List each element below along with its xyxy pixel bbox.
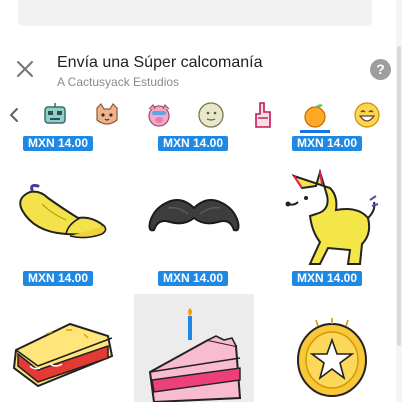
yellow-dog-sticker[interactable] bbox=[280, 166, 380, 266]
dialog-title: Envía una Súper calcomanía bbox=[57, 54, 263, 71]
tab-foam-finger[interactable] bbox=[248, 100, 278, 130]
chevron-left-icon bbox=[10, 108, 18, 122]
price-badge[interactable]: MXN 14.00 bbox=[158, 271, 229, 286]
foam-finger-sticker-icon bbox=[255, 102, 271, 128]
mustache-icon bbox=[148, 199, 240, 232]
tab-orange[interactable] bbox=[300, 100, 330, 133]
moon-face-sticker-icon bbox=[198, 102, 224, 128]
scrollbar-track[interactable] bbox=[396, 0, 402, 402]
price-badge[interactable]: MXN 14.00 bbox=[23, 271, 94, 286]
price-badge[interactable]: MXN 14.00 bbox=[158, 136, 229, 151]
mustache-sticker[interactable] bbox=[142, 192, 246, 242]
gold-star-coin-sticker[interactable] bbox=[286, 312, 376, 402]
tab-robot[interactable] bbox=[40, 100, 70, 130]
dialog-subtitle: A Cactusyack Estudios bbox=[57, 75, 180, 89]
close-icon bbox=[17, 61, 33, 77]
tab-moon-face[interactable] bbox=[196, 100, 226, 130]
banana-peel-sticker[interactable] bbox=[8, 178, 118, 246]
dialog-header: Envía una Súper calcomanía A Cactusyack … bbox=[0, 48, 396, 94]
sticker-grid: MXN 14.00 MXN 14.00 MXN 14.00 MXN 14.00 … bbox=[0, 136, 396, 402]
cherry-pie-icon bbox=[12, 322, 114, 388]
previous-content-area bbox=[18, 0, 372, 26]
yellow-dog-icon bbox=[285, 168, 379, 265]
tab-cat[interactable] bbox=[92, 100, 122, 130]
tab-pig[interactable] bbox=[144, 100, 174, 130]
cat-sticker-icon bbox=[96, 103, 118, 125]
birthday-cake-icon bbox=[148, 308, 242, 402]
help-button[interactable]: ? bbox=[370, 59, 391, 80]
orange-sticker-icon bbox=[304, 104, 326, 128]
price-badge[interactable]: MXN 14.00 bbox=[292, 136, 363, 151]
close-button[interactable] bbox=[14, 58, 36, 80]
robot-sticker-icon bbox=[44, 103, 66, 124]
laughing-emoji-sticker-icon bbox=[354, 102, 380, 128]
pig-sticker-icon bbox=[148, 103, 170, 127]
tab-laughing-emoji[interactable] bbox=[352, 100, 382, 130]
sticker-pack-tabs bbox=[0, 96, 396, 136]
birthday-cake-sticker[interactable] bbox=[140, 306, 250, 402]
gold-star-coin-icon bbox=[297, 318, 367, 397]
tabs-previous-button[interactable] bbox=[6, 105, 22, 125]
price-badge[interactable]: MXN 14.00 bbox=[23, 136, 94, 151]
price-badge[interactable]: MXN 14.00 bbox=[292, 271, 363, 286]
banana-peel-icon bbox=[19, 184, 107, 239]
scrollbar-thumb[interactable] bbox=[397, 46, 401, 346]
cherry-pie-sticker[interactable] bbox=[8, 316, 118, 402]
